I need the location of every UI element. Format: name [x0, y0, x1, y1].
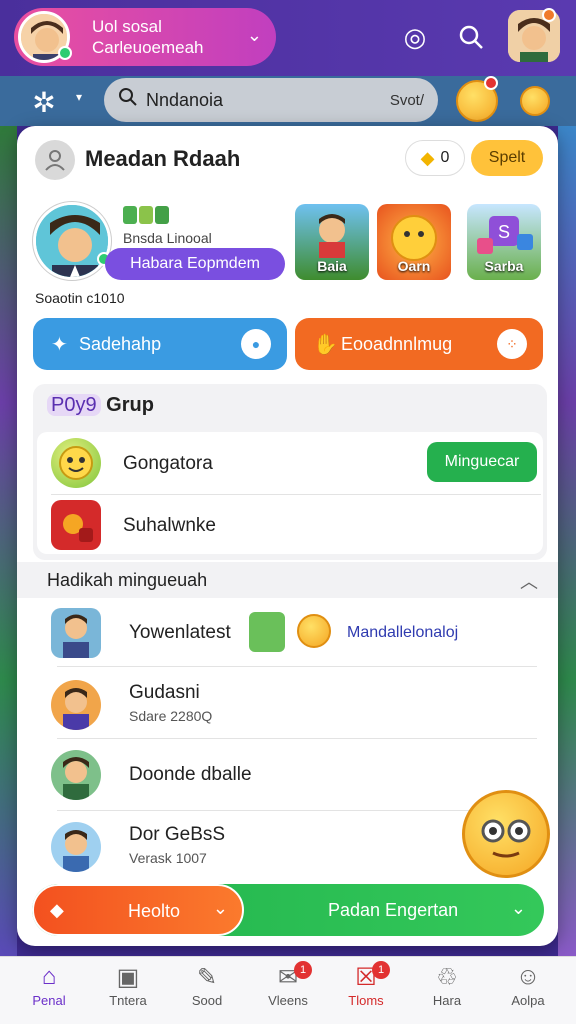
emoji-assistant-icon[interactable]: [462, 790, 550, 878]
notification-badge: 1: [372, 961, 390, 979]
group-section: P0y9 Grup Gongatora Minguecar Suhalwnke: [33, 384, 547, 560]
coin-count: 0: [440, 149, 450, 166]
game-icon: ✎: [196, 964, 218, 991]
badge-icon: [139, 206, 153, 224]
profile-name: Uol sosal Carleuoemeah: [92, 17, 204, 57]
notification-dot-icon: [542, 8, 556, 22]
search-input[interactable]: Nndanoia Svot/: [104, 78, 438, 122]
inbox-icon: ☒: [355, 964, 377, 991]
chevron-down-icon[interactable]: ⌄: [247, 25, 262, 46]
badge-icon: [155, 206, 169, 224]
background-art-left: [0, 126, 17, 956]
group-title: P0y9 Grup: [47, 394, 154, 417]
card-title: Meadan Rdaah: [85, 146, 241, 171]
search-filter-label[interactable]: Svot/: [390, 92, 424, 109]
primary-action-button[interactable]: ◆ Heolto ⌄: [32, 884, 244, 936]
recent-link[interactable]: Mandallelonaloj: [347, 624, 458, 642]
search-placeholder: Nndanoia: [146, 90, 224, 110]
group-item[interactable]: Suhalwnke: [37, 494, 543, 556]
search-icon: [118, 87, 138, 113]
group-list: Gongatora Minguecar Suhalwnke: [37, 432, 543, 554]
spell-button[interactable]: Spelt: [471, 140, 543, 176]
chevron-up-icon[interactable]: ︿: [520, 568, 538, 594]
profile-switcher[interactable]: Uol sosal Carleuoemeah ⌄: [14, 8, 276, 66]
coin-counter[interactable]: ◆ 0: [405, 140, 465, 176]
coin-icon: ◆: [420, 147, 435, 168]
smiley-icon: [297, 614, 331, 648]
game-icon: [51, 500, 101, 550]
user-icon: [35, 140, 75, 180]
game-tile-baia[interactable]: Baia: [295, 204, 369, 280]
avatar: [51, 822, 101, 872]
smiley-badge-icon: [484, 76, 498, 90]
game-tile-sarba[interactable]: S Sarba: [467, 204, 541, 280]
tab-tloms[interactable]: ☒ Tloms 1: [330, 961, 402, 1021]
bell-icon: ♲: [436, 964, 458, 991]
svg-text:S: S: [498, 222, 510, 242]
profile-subtitle: Bnsda Linooal: [123, 230, 212, 246]
badge-icon: [123, 206, 137, 224]
profile-large-avatar[interactable]: [33, 202, 111, 280]
join-button[interactable]: Minguecar: [427, 442, 537, 482]
tab-aolpa[interactable]: ☺ Aolpa: [492, 963, 564, 1021]
status-text: Soaotin c1010: [35, 290, 125, 306]
profile-action-button[interactable]: Habara Eopmdem: [105, 248, 285, 280]
tab-penal[interactable]: ⌂ Penal: [13, 963, 85, 1021]
tab-vleens[interactable]: ✉ Vleens 1: [252, 961, 324, 1021]
more-dots-icon: ⁘: [497, 329, 527, 359]
chevron-down-icon: ⌄: [212, 898, 228, 918]
chevron-down-icon: ⌄: [510, 898, 526, 918]
character-icon: [520, 86, 550, 116]
bag-icon: ▣: [116, 964, 140, 991]
tag-icon: ◆: [50, 900, 64, 920]
search-icon[interactable]: [452, 18, 490, 56]
caret-down-icon[interactable]: ▾: [76, 90, 82, 104]
action-right-button[interactable]: ✋ Eooadnnlmug ⁘: [295, 318, 543, 370]
action-left-button[interactable]: ✦ Sadehahp ●: [33, 318, 287, 370]
recent-item[interactable]: Gudasni Sdare 2280Q: [33, 670, 547, 742]
hand-icon: ✋: [313, 334, 338, 356]
message-icon: ✉: [277, 964, 299, 991]
app-logo-icon[interactable]: ✲: [26, 84, 62, 120]
achievement-icons: [123, 206, 169, 224]
recent-item[interactable]: Yowenlatest Mandallelonaloj: [33, 598, 547, 670]
notification-badge: 1: [294, 961, 312, 979]
tab-hara[interactable]: ♲ Hara: [411, 963, 483, 1021]
group-item[interactable]: Gongatora Minguecar: [37, 432, 543, 494]
top-bar: Uol sosal Carleuoemeah ⌄ ◎: [0, 0, 576, 76]
search-row: ✲ ▾ Nndanoia Svot/: [0, 76, 576, 126]
profile-icon: ☺: [515, 963, 541, 990]
chat-bubble-icon: ●: [241, 329, 271, 359]
game-tile-oarn[interactable]: Oarn: [377, 204, 451, 280]
target-icon[interactable]: ◎: [396, 18, 434, 56]
avatar: [51, 750, 101, 800]
game-thumbnail-icon: [249, 612, 285, 652]
avatar: [51, 608, 101, 658]
online-status-icon: [58, 46, 72, 60]
background-art-right: [558, 126, 576, 956]
tab-bar: ⌂ Penal ▣ Tntera ✎ Sood ✉ Vleens 1 ☒ Tlo…: [0, 956, 576, 1024]
smiley-icon: [51, 438, 101, 488]
recent-section-header[interactable]: Hadikah mingueuah ︿: [17, 562, 558, 598]
sparkle-icon: ✦: [51, 334, 68, 356]
home-icon: ⌂: [41, 963, 57, 990]
tab-tntera[interactable]: ▣ Tntera: [92, 963, 164, 1021]
tab-sood[interactable]: ✎ Sood: [171, 963, 243, 1021]
avatar: [51, 680, 101, 730]
